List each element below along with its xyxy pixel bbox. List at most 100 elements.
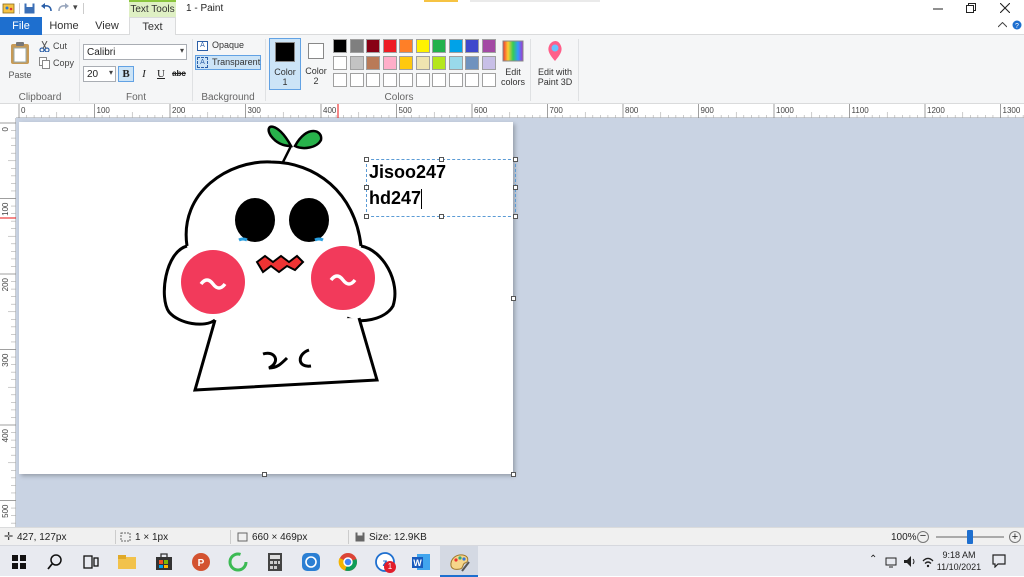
transparent-button[interactable]: A Transparent [195, 55, 261, 70]
powerpoint-icon[interactable]: P [190, 551, 212, 573]
italic-button[interactable]: I [136, 66, 152, 82]
opaque-button[interactable]: A Opaque [196, 39, 260, 53]
custom-color-slot[interactable] [349, 73, 364, 87]
palette-swatch[interactable] [382, 39, 397, 53]
tab-home[interactable]: Home [42, 17, 86, 35]
drawing-canvas[interactable]: Jisoo247 hd247 [19, 122, 518, 474]
close-icon[interactable] [1000, 3, 1010, 13]
chrome-icon[interactable] [337, 551, 359, 573]
chevron-down-icon: ▾ [179, 46, 184, 55]
volume-icon[interactable] [903, 555, 917, 568]
canvas-resize-handle-e[interactable] [511, 296, 516, 301]
tab-text[interactable]: Text [129, 17, 176, 36]
edit-with-paint3d-button[interactable]: Edit with Paint 3D [534, 39, 576, 91]
palette-swatch[interactable] [333, 39, 347, 53]
edit-colors-button[interactable]: Edit colors [498, 39, 528, 91]
color1-button[interactable]: Color 1 [269, 38, 301, 90]
word-icon[interactable]: W [410, 551, 432, 573]
palette-swatch[interactable] [465, 56, 479, 70]
ruler-tick-label: 900 [701, 106, 715, 115]
file-explorer-icon[interactable] [116, 551, 138, 573]
paste-button[interactable]: Paste [4, 39, 36, 89]
palette-swatch[interactable] [448, 56, 463, 70]
custom-color-slot[interactable] [366, 73, 380, 87]
palette-swatch[interactable] [465, 39, 479, 53]
font-family-select[interactable]: Calibri ▾ [83, 44, 187, 60]
textbox-handle-sw[interactable] [364, 214, 369, 219]
calculator-icon[interactable] [264, 551, 286, 573]
palette-swatch[interactable] [382, 56, 397, 70]
font-family-value: Calibri [87, 47, 116, 58]
help-icon[interactable]: ? [1012, 20, 1022, 30]
color2-button[interactable]: Color 2 [302, 38, 330, 90]
restore-icon[interactable] [966, 3, 976, 13]
custom-color-slot[interactable] [465, 73, 479, 87]
strikethrough-button[interactable]: abc [170, 66, 188, 82]
text-line-2[interactable]: hd247 [369, 188, 421, 209]
paint-app-icon[interactable] [2, 2, 15, 15]
show-hidden-icons-chevron-icon[interactable]: ⌃ [869, 554, 877, 565]
zoom-in-button[interactable]: + [1009, 531, 1021, 543]
custom-color-slot[interactable] [432, 73, 446, 87]
bold-button[interactable]: B [118, 66, 134, 82]
textbox-handle-e[interactable] [513, 185, 518, 190]
search-icon[interactable] [44, 551, 66, 573]
network-icon[interactable] [885, 556, 899, 568]
redo-icon[interactable] [57, 3, 69, 14]
app-c-icon[interactable] [227, 551, 249, 573]
textbox-handle-s[interactable] [439, 214, 444, 219]
font-size-select[interactable]: 20 ▾ [83, 66, 116, 82]
action-center-icon[interactable] [992, 554, 1006, 568]
underline-button[interactable]: U [153, 66, 169, 82]
custom-color-slot[interactable] [448, 73, 463, 87]
palette-swatch[interactable] [481, 56, 496, 70]
save-icon[interactable] [24, 3, 35, 14]
palette-swatch[interactable] [333, 56, 347, 70]
text-box[interactable]: Jisoo247 hd247 [366, 159, 516, 217]
app-compass-icon[interactable] [300, 551, 322, 573]
zoom-slider-thumb[interactable] [967, 530, 973, 544]
canvas-resize-handle-s[interactable] [262, 472, 267, 477]
palette-swatch[interactable] [415, 39, 430, 53]
textbox-handle-ne[interactable] [513, 157, 518, 162]
windows-start-icon[interactable] [8, 551, 30, 573]
palette-swatch[interactable] [349, 39, 364, 53]
minimize-icon[interactable] [933, 4, 943, 14]
custom-color-slot[interactable] [415, 73, 430, 87]
undo-icon[interactable] [41, 3, 53, 14]
taskbar: P z 1 W ⌃ 9:18 AM 11/10/2021 [0, 545, 1024, 577]
custom-color-slot[interactable] [333, 73, 347, 87]
palette-swatch[interactable] [366, 56, 380, 70]
textbox-handle-w[interactable] [364, 185, 369, 190]
zoom-out-button[interactable]: − [917, 531, 929, 543]
palette-swatch[interactable] [366, 39, 380, 53]
task-view-icon[interactable] [80, 551, 102, 573]
tab-view[interactable]: View [86, 17, 128, 35]
clock-date[interactable]: 11/10/2021 [936, 562, 982, 572]
paint-taskbar-button[interactable] [440, 546, 478, 577]
textbox-handle-nw[interactable] [364, 157, 369, 162]
ruler-tick-label: 1300 [1003, 106, 1021, 115]
color-spectrum-icon [502, 40, 524, 62]
store-icon[interactable] [153, 551, 175, 573]
custom-color-slot[interactable] [382, 73, 397, 87]
clock-time[interactable]: 9:18 AM [936, 550, 982, 560]
textbox-handle-n[interactable] [439, 157, 444, 162]
palette-swatch[interactable] [415, 56, 430, 70]
collapse-ribbon-icon[interactable] [998, 22, 1007, 28]
tab-file[interactable]: File [0, 17, 42, 35]
palette-swatch[interactable] [399, 39, 413, 53]
palette-swatch[interactable] [481, 39, 496, 53]
textbox-handle-se[interactable] [513, 214, 518, 219]
text-line-1[interactable]: Jisoo247 [369, 162, 446, 183]
customize-qat-icon[interactable]: ▾ [73, 2, 78, 13]
canvas-resize-handle-se[interactable] [511, 472, 516, 477]
custom-color-slot[interactable] [481, 73, 496, 87]
palette-swatch[interactable] [448, 39, 463, 53]
palette-swatch[interactable] [399, 56, 413, 70]
custom-color-slot[interactable] [399, 73, 413, 87]
wifi-icon[interactable] [921, 555, 935, 568]
palette-swatch[interactable] [432, 56, 446, 70]
palette-swatch[interactable] [349, 56, 364, 70]
palette-swatch[interactable] [432, 39, 446, 53]
